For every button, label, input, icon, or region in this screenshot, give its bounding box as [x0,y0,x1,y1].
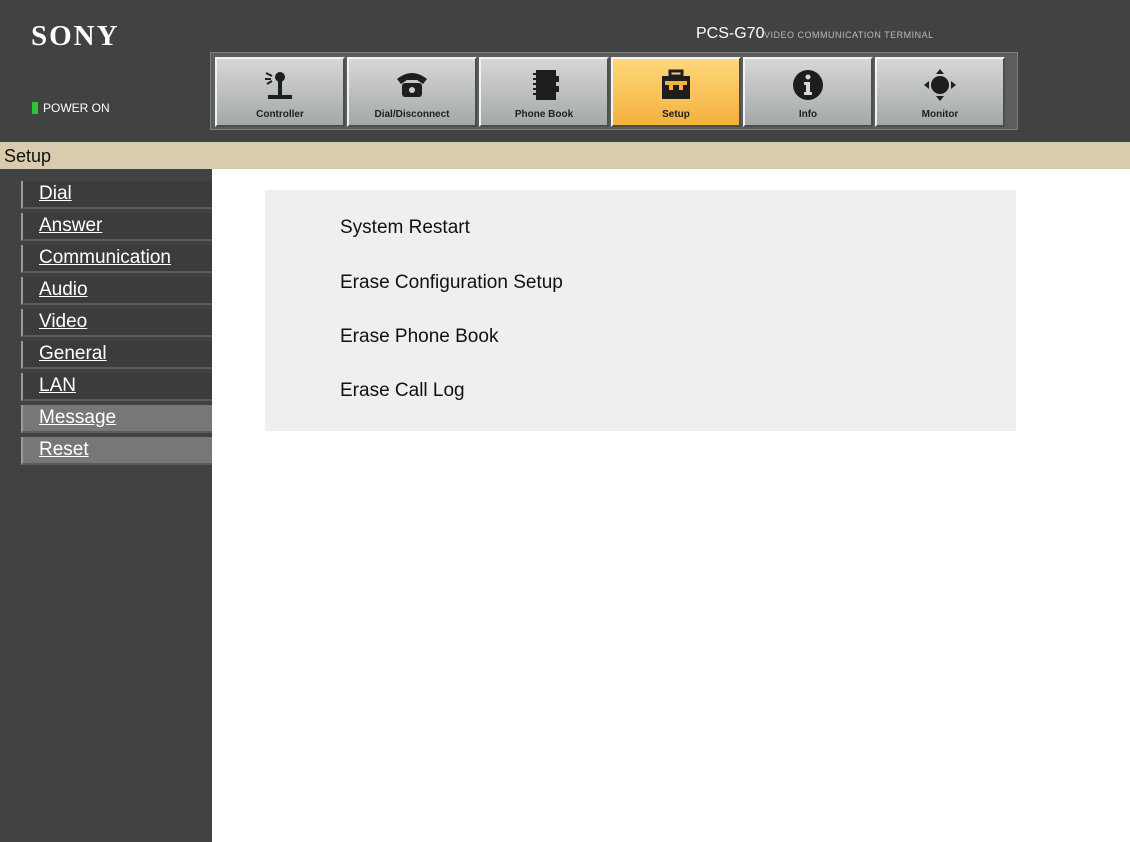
dial-disconnect-button[interactable]: Dial/Disconnect [347,57,477,127]
sidebar-item-label: Message [39,407,117,428]
dial-disconnect-button-label: Dial/Disconnect [374,109,450,120]
erase-phone-book-option[interactable]: Erase Phone Book [340,326,498,348]
phone-book-icon [533,70,559,100]
info-button-label: Info [798,109,818,120]
sidebar-item-communication[interactable]: Communication [21,245,212,273]
system-restart-option[interactable]: System Restart [340,217,470,239]
model-name: PCS-G70 [696,25,765,42]
power-led-icon [32,102,38,114]
sidebar-item-video[interactable]: Video [21,309,212,337]
setup-button-label: Setup [662,109,690,120]
section-title: Setup [4,146,52,166]
power-status: POWER ON [32,101,110,115]
sidebar-item-label: Answer [39,215,103,236]
sidebar-item-label: Communication [39,247,171,268]
main-toolbar: Controller Dial/Disconnect Phone Book Se… [210,52,1018,130]
controller-button[interactable]: Controller [215,57,345,127]
sidebar-item-label: Audio [39,279,88,300]
monitor-button[interactable]: Monitor [875,57,1005,127]
sidebar-item-message[interactable]: Message [21,405,212,433]
sidebar-item-audio[interactable]: Audio [21,277,212,305]
sidebar-item-answer[interactable]: Answer [21,213,212,241]
sidebar-item-label: Video [39,311,88,332]
power-status-label: POWER ON [43,101,110,115]
sony-logo: SONY [31,20,120,52]
erase-configuration-setup-option[interactable]: Erase Configuration Setup [340,272,563,294]
sidebar-item-reset[interactable]: Reset [21,437,212,465]
reset-options-panel: System Restart Erase Configuration Setup… [265,190,1016,431]
header-bar: SONY PCS-G70 VIDEO COMMUNICATION TERMINA… [0,0,1130,142]
sidebar-item-label: LAN [39,375,76,396]
sidebar-item-label: Dial [39,183,72,204]
controller-button-label: Controller [256,109,304,120]
monitor-button-label: Monitor [921,109,959,120]
sidebar-item-general[interactable]: General [21,341,212,369]
telephone-icon [397,73,427,97]
setup-button[interactable]: Setup [611,57,741,127]
sidebar-item-label: Reset [39,439,89,460]
info-button[interactable]: Info [743,57,873,127]
direction-pad-icon [924,69,956,101]
section-header: Setup [0,142,1130,169]
controller-icon [265,72,292,99]
product-subtitle: VIDEO COMMUNICATION TERMINAL [764,30,934,40]
sidebar: Dial Answer Communication Audio Video Ge… [0,169,212,842]
toolbox-icon [662,69,690,99]
sidebar-item-lan[interactable]: LAN [21,373,212,401]
phone-book-button[interactable]: Phone Book [479,57,609,127]
info-icon [793,70,823,100]
sidebar-item-dial[interactable]: Dial [21,181,212,209]
sidebar-item-label: General [39,343,107,364]
phone-book-button-label: Phone Book [514,109,574,120]
erase-call-log-option[interactable]: Erase Call Log [340,380,465,402]
